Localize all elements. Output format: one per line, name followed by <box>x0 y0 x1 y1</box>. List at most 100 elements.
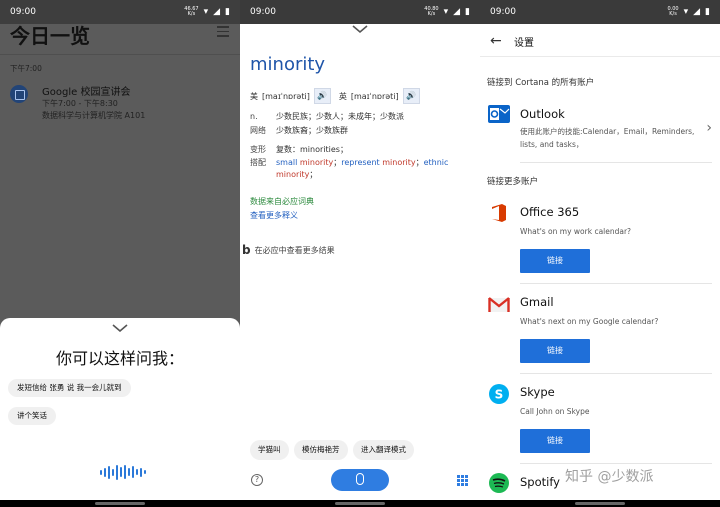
page-title: 设置 <box>514 38 534 49</box>
bing-icon: b <box>242 243 251 257</box>
collocation-highlight[interactable]: minority <box>300 158 333 167</box>
suggestion-chip[interactable]: 模仿梅艳芳 <box>294 440 348 460</box>
divider <box>0 54 240 55</box>
signal-icon: ◢ <box>213 7 221 17</box>
source-note[interactable]: 数据来自必应词典 <box>250 196 314 207</box>
collocation-row: 搭配 small minority；represent minority；ethn… <box>250 157 470 181</box>
account-description: 使用此账户的技能:Calendar，Email，Reminders, lists… <box>520 127 695 149</box>
bing-more-link[interactable]: b 在必应中查看更多结果 <box>242 243 335 257</box>
pron-uk-label: 英 <box>338 91 347 101</box>
chevron-down-icon[interactable] <box>112 324 128 332</box>
collocation-highlight[interactable]: minority <box>276 170 309 179</box>
gmail-icon <box>488 297 510 312</box>
pron-us: [maɪˈnɒrəti] <box>262 91 310 101</box>
spotify-icon <box>489 473 509 493</box>
signal-icon: ◢ <box>453 7 461 17</box>
link-skype-button[interactable]: 链接 <box>520 429 590 453</box>
event-location: 数据科学与计算机学院 A101 <box>42 111 146 120</box>
definition-text: 少数族裔；少数族群 <box>276 126 348 135</box>
bing-more-text: 在必应中查看更多结果 <box>254 245 335 255</box>
net-unit: K/s <box>187 11 196 17</box>
battery-icon: ▮ <box>225 7 230 17</box>
inflection-row: 变形 复数：minorities； <box>250 144 348 155</box>
home-pill[interactable] <box>95 502 145 505</box>
net-unit: K/s <box>427 11 436 17</box>
apps-grid-icon[interactable] <box>457 475 468 486</box>
battery-icon: ▮ <box>705 7 710 17</box>
pos-label: n. <box>250 112 258 121</box>
separator: ； <box>415 158 424 167</box>
wifi-icon: ▾ <box>683 7 689 17</box>
settings-panel: 09:00 0.00 K/s ▾ ◢ ▮ ← 设置 链接到 Cortana 的所有… <box>480 0 720 507</box>
mic-button[interactable] <box>331 469 389 491</box>
section-more-accounts: 链接更多账户 <box>487 177 539 187</box>
divider <box>520 373 712 374</box>
svg-text:S: S <box>495 388 504 402</box>
inflection-text: 复数：minorities； <box>276 145 348 154</box>
event-time: 下午7:00 - 下午8:30 <box>42 99 118 108</box>
link-gmail-button[interactable]: 链接 <box>520 339 590 363</box>
account-name[interactable]: Spotify <box>520 475 560 489</box>
back-arrow-icon[interactable]: ← <box>490 33 502 49</box>
network-speed: 40.80 K/s <box>424 7 438 17</box>
section-linked-accounts: 链接到 Cortana 的所有账户 <box>487 78 595 88</box>
account-name[interactable]: Skype <box>520 385 555 399</box>
status-bar: 09:00 0.00 K/s ▾ ◢ ▮ <box>480 0 720 24</box>
collocation-link[interactable]: ethnic <box>424 158 449 167</box>
pron-uk: [maɪˈnɒrəti] <box>350 91 399 101</box>
network-speed: 46.67 K/s <box>184 7 198 17</box>
account-name[interactable]: Office 365 <box>520 205 579 219</box>
account-name[interactable]: Outlook <box>520 107 565 121</box>
menu-icon[interactable] <box>217 26 229 40</box>
dictionary-panel: 09:00 40.80 K/s ▾ ◢ ▮ minority 美 [maɪˈnɒr… <box>240 0 480 507</box>
nav-bar <box>480 500 720 507</box>
voice-wave-icon[interactable] <box>100 464 146 480</box>
skype-icon: S <box>489 384 509 404</box>
outlook-icon <box>488 105 510 123</box>
headword: minority <box>250 54 326 75</box>
suggestion-sheet: 你可以这样问我： 发短信给 张勇 说 我一会儿就到 讲个笑话 <box>0 318 240 500</box>
home-pill[interactable] <box>335 502 385 505</box>
account-description: What's on my work calendar? <box>520 227 632 236</box>
suggestion-chip[interactable]: 进入翻译模式 <box>353 440 414 460</box>
speaker-icon[interactable]: 🔊 <box>402 88 420 104</box>
watermark: 知乎 @少数派 <box>565 469 654 485</box>
calendar-icon <box>10 85 28 103</box>
collocation-link[interactable]: represent <box>341 158 382 167</box>
suggestion-chip[interactable]: 发短信给 张勇 说 我一会儿就到 <box>8 379 131 397</box>
suggestion-chip[interactable]: 学猫叫 <box>250 440 289 460</box>
help-icon[interactable]: ? <box>251 474 263 486</box>
separator: ； <box>309 170 318 179</box>
home-pill[interactable] <box>575 502 625 505</box>
today-panel: 09:00 46.67 K/s ▾ ◢ ▮ 今日一览 下午7:00 Google … <box>0 0 240 507</box>
chevron-down-icon[interactable] <box>352 24 368 34</box>
definition-text: 少数民族；少数人；未成年；少数派 <box>276 112 404 121</box>
event-title[interactable]: Google 校园宣讲会 <box>42 83 130 98</box>
pos-label: 网络 <box>250 126 266 135</box>
nav-bar <box>240 500 480 507</box>
pron-us-label: 美 <box>250 91 258 101</box>
divider <box>520 162 712 163</box>
ask-title: 你可以这样问我： <box>55 349 184 368</box>
wifi-icon: ▾ <box>443 7 449 17</box>
inflection-label: 变形 <box>250 145 266 154</box>
office365-icon <box>492 204 506 222</box>
account-name[interactable]: Gmail <box>520 295 554 309</box>
network-speed: 0.00 K/s <box>667 7 678 17</box>
definition-row: n. 少数民族；少数人；未成年；少数派 <box>250 111 404 122</box>
page-title: 今日一览 <box>10 24 90 48</box>
suggestion-chip[interactable]: 讲个笑话 <box>8 407 56 425</box>
pronunciations: 美 [maɪˈnɒrəti] 🔊 英 [maɪˈnɒrəti] 🔊 <box>250 88 420 104</box>
chevron-right-icon[interactable]: › <box>706 120 712 136</box>
time-header: 下午7:00 <box>10 64 42 73</box>
account-description: Call John on Skype <box>520 407 590 416</box>
signal-icon: ◢ <box>693 7 701 17</box>
speaker-icon[interactable]: 🔊 <box>313 88 331 104</box>
link-office365-button[interactable]: 链接 <box>520 249 590 273</box>
collocation-highlight[interactable]: minority <box>382 158 415 167</box>
collocation-link[interactable]: small <box>276 158 300 167</box>
wifi-icon: ▾ <box>203 7 209 17</box>
divider <box>520 463 712 464</box>
status-icons: 40.80 K/s ▾ ◢ ▮ <box>424 7 470 18</box>
more-definitions-link[interactable]: 查看更多释义 <box>250 210 298 221</box>
